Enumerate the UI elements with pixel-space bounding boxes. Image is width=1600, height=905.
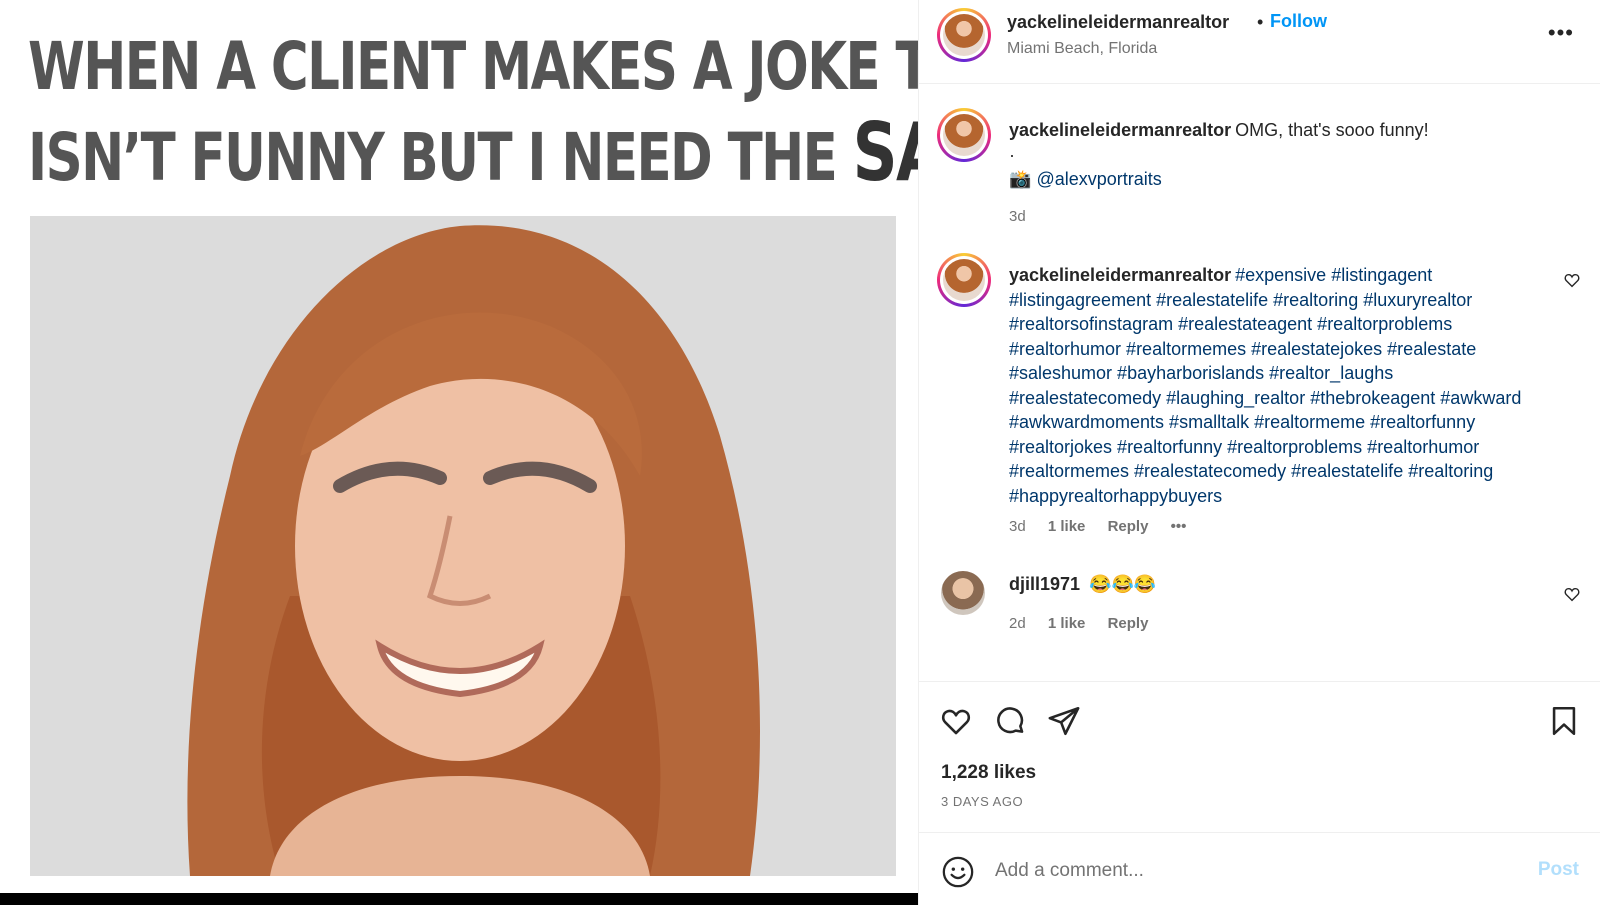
follow-button[interactable]: Follow	[1270, 11, 1327, 32]
more-options-button[interactable]: •••	[1548, 20, 1574, 46]
meme-caption-line-1: WHEN A CLIENT MAKES A JOKE THAT	[28, 28, 918, 105]
hashtag-comment: yackelineleidermanrealtor #expensive #lis…	[919, 253, 1600, 553]
comments-section: yackelineleidermanrealtor OMG, that's soo…	[919, 85, 1600, 681]
meme-caption: WHEN A CLIENT MAKES A JOKE THAT ISN’T FU…	[28, 24, 918, 201]
author-username[interactable]: yackelineleidermanrealtor	[1007, 12, 1229, 33]
meme-caption-line-2: ISN’T FUNNY BUT I NEED THE SALE	[28, 110, 918, 201]
emoji-icon[interactable]	[941, 855, 975, 889]
post-location[interactable]: Miami Beach, Florida	[1007, 40, 1157, 58]
like-heart-icon[interactable]	[939, 704, 973, 738]
likes-count[interactable]: 1,228 likes	[941, 762, 1036, 784]
posted-time: 3 DAYS AGO	[941, 794, 1024, 809]
mention-link[interactable]: @alexvportraits	[1036, 169, 1161, 189]
comment-more-button[interactable]: •••	[1171, 518, 1187, 535]
caption-text: OMG, that's sooo funny!	[1235, 120, 1429, 140]
like-reply-heart-icon[interactable]	[1563, 585, 1581, 603]
hashtag-list[interactable]: #expensive #listingagent #listingagreeme…	[1009, 265, 1521, 506]
caption-dot: ·	[1009, 144, 1015, 165]
caption-comment: yackelineleidermanrealtor OMG, that's soo…	[919, 108, 1600, 248]
hashtag-comment-body: yackelineleidermanrealtor #expensive #lis…	[1009, 263, 1549, 508]
comment-username[interactable]: yackelineleidermanrealtor	[1009, 265, 1231, 285]
post-header: yackelineleidermanrealtor • Follow Miami…	[919, 0, 1600, 84]
reply-likes[interactable]: 1 like	[1048, 615, 1086, 632]
reply-reply-button[interactable]: Reply	[1108, 615, 1149, 632]
add-comment-bar: Post	[919, 832, 1600, 905]
reply-username[interactable]: djill1971	[1009, 574, 1080, 594]
save-bookmark-icon[interactable]	[1547, 704, 1581, 738]
reply-meta: 2d 1 like Reply	[1009, 615, 1166, 632]
like-comment-heart-icon[interactable]	[1563, 271, 1581, 289]
header-separator: •	[1257, 12, 1264, 32]
post-sidebar: yackelineleidermanrealtor • Follow Miami…	[918, 0, 1600, 905]
comment-likes[interactable]: 1 like	[1048, 518, 1086, 535]
caption-username[interactable]: yackelineleidermanrealtor	[1009, 120, 1231, 140]
caption-body: yackelineleidermanrealtor OMG, that's soo…	[1009, 118, 1549, 192]
camera-emoji: 📸	[1009, 169, 1032, 189]
caption-time[interactable]: 3d	[1009, 208, 1026, 225]
post-photo	[30, 216, 896, 876]
reply-body: djill1971 😂😂😂	[1009, 572, 1549, 597]
post-media: WHEN A CLIENT MAKES A JOKE THAT ISN’T FU…	[0, 0, 918, 905]
caption-avatar[interactable]	[937, 108, 991, 162]
portrait-illustration	[30, 216, 896, 876]
reply-avatar[interactable]	[941, 571, 985, 615]
post-comment-button[interactable]: Post	[1538, 859, 1579, 881]
author-avatar[interactable]	[937, 8, 991, 62]
caption-meta: 3d	[1009, 208, 1044, 225]
reply-comment: djill1971 😂😂😂 2d 1 like Reply	[919, 565, 1600, 645]
reply-button[interactable]: Reply	[1108, 518, 1149, 535]
meme-caption-line-2-text: ISN’T FUNNY BUT I NEED THE	[28, 119, 853, 196]
reply-text: 😂😂😂	[1089, 574, 1157, 594]
hashtag-comment-meta: 3d 1 like Reply •••	[1009, 518, 1204, 535]
reply-time[interactable]: 2d	[1009, 615, 1026, 632]
comment-bubble-icon[interactable]	[993, 704, 1027, 738]
comment-avatar[interactable]	[937, 253, 991, 307]
post-actions: 1,228 likes 3 DAYS AGO	[919, 681, 1600, 831]
meme-caption-emphasis: SALE	[852, 106, 918, 199]
share-paper-plane-icon[interactable]	[1047, 704, 1081, 738]
media-bottom-bar	[0, 893, 918, 905]
comment-time[interactable]: 3d	[1009, 518, 1026, 535]
comment-input[interactable]	[995, 851, 1515, 891]
